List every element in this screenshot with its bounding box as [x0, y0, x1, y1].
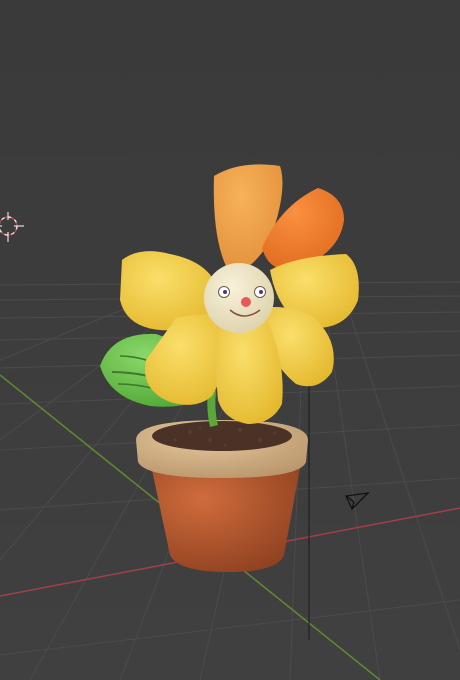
pot-body	[150, 468, 300, 572]
viewport-canvas[interactable]	[0, 0, 460, 680]
pot-soil	[152, 421, 292, 451]
flower-face	[204, 263, 274, 333]
3d-viewport[interactable]	[0, 0, 460, 680]
nose	[241, 297, 251, 307]
